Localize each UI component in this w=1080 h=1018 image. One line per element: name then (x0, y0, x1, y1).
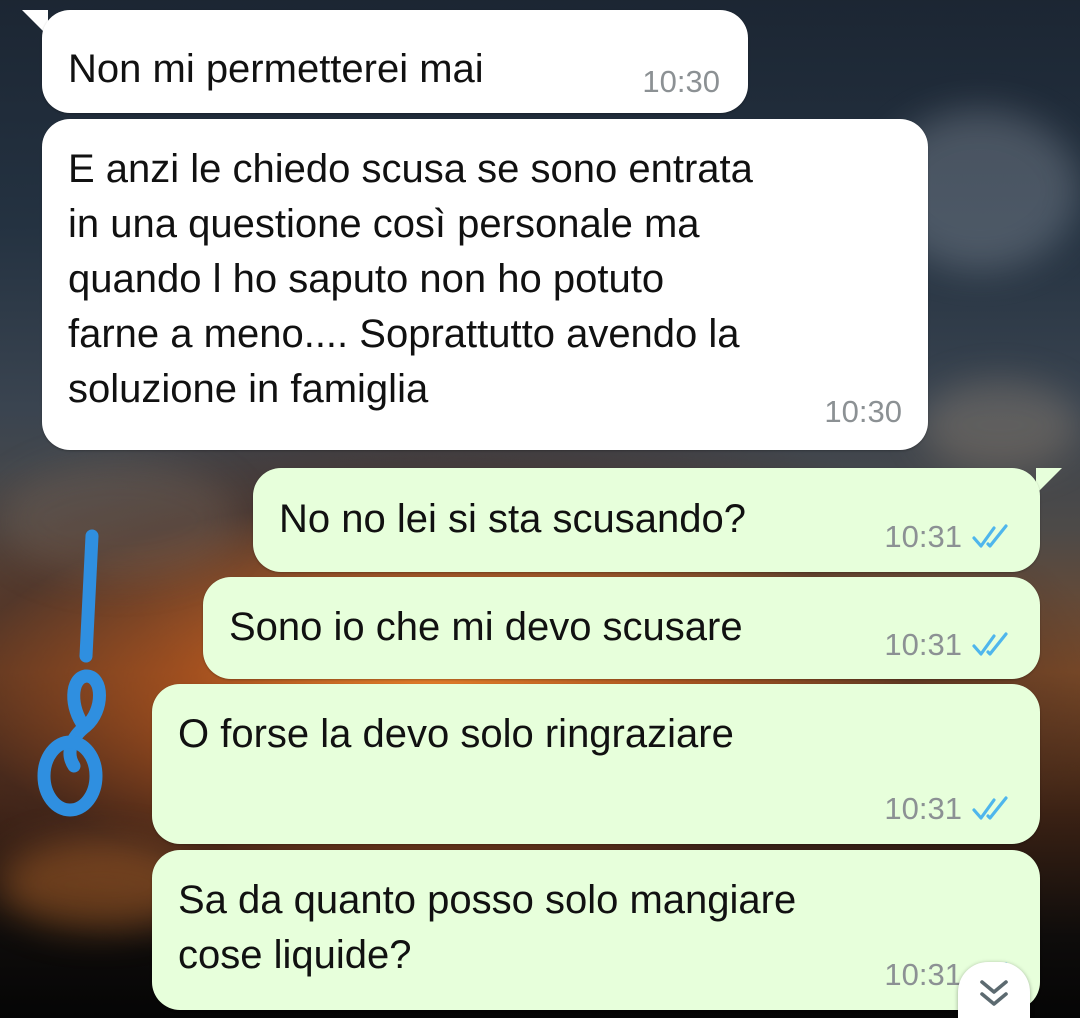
message-time: 10:30 (642, 64, 720, 99)
wallpaper-cloud (920, 380, 1080, 470)
message-meta: 10:31 (884, 628, 1014, 662)
message-bubble-incoming[interactable]: Non mi permetterei mai 10:30 (42, 10, 748, 113)
message-text: O forse la devo solo ringraziare (178, 712, 734, 756)
message-bubble-outgoing[interactable]: Sa da quanto posso solo mangiare cose li… (152, 850, 1040, 1010)
message-time: 10:31 (884, 627, 962, 662)
double-check-icon (972, 524, 1008, 548)
bubble-tail-outgoing (1036, 468, 1062, 494)
message-bubble-outgoing[interactable]: No no lei si sta scusando? 10:31 (253, 468, 1040, 572)
message-time: 10:30 (824, 394, 902, 429)
message-text: E anzi le chiedo scusa se sono entrata i… (68, 147, 753, 411)
message-bubble-outgoing[interactable]: Sono io che mi devo scusare 10:31 (203, 577, 1040, 679)
message-meta: 10:30 (824, 395, 902, 429)
noose-drawing (37, 529, 106, 817)
double-check-icon (972, 796, 1008, 820)
message-bubble-incoming[interactable]: E anzi le chiedo scusa se sono entrata i… (42, 119, 928, 450)
message-meta: 10:31 (884, 792, 1014, 826)
message-text: Sa da quanto posso solo mangiare cose li… (178, 878, 797, 977)
message-time: 10:31 (884, 791, 962, 826)
double-chevron-down-icon (980, 980, 1008, 1006)
message-time: 10:31 (884, 519, 962, 554)
message-time: 10:31 (884, 957, 962, 992)
message-meta: 10:31 (884, 520, 1014, 554)
message-text: No no lei si sta scusando? (279, 497, 746, 541)
message-text: Sono io che mi devo scusare (229, 605, 743, 649)
message-text: Non mi permetterei mai (68, 47, 484, 91)
double-check-icon (972, 632, 1008, 656)
message-meta: 10:30 (642, 65, 720, 99)
message-bubble-outgoing[interactable]: O forse la devo solo ringraziare 10:31 (152, 684, 1040, 844)
scroll-to-bottom-button[interactable] (958, 962, 1030, 1018)
